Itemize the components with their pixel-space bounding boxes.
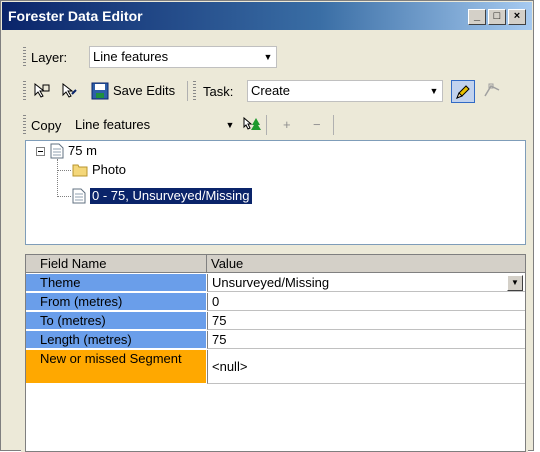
chevron-down-icon: ▼	[263, 52, 273, 62]
grid-row-new-or-missed: New or missed Segment <null>	[26, 350, 525, 384]
close-button[interactable]: ×	[508, 9, 526, 25]
reshape-icon[interactable]	[483, 82, 501, 100]
tree-connector	[57, 159, 58, 197]
save-icon[interactable]	[91, 82, 109, 100]
segment-tree[interactable]: 75 m Photo 0 - 75, Unsurveyed/Missing	[25, 140, 526, 245]
tree-connector	[57, 196, 71, 197]
tree-connector	[57, 170, 71, 171]
field-name-cell: New or missed Segment	[26, 350, 206, 384]
toolbar-separator	[333, 115, 334, 135]
task-select-value: Create	[251, 83, 291, 98]
copy-layer-select-value: Line features	[75, 117, 151, 132]
layer-select[interactable]: Line features ▼	[89, 46, 277, 68]
theme-value-select[interactable]: Unsurveyed/Missing ▼	[207, 274, 525, 292]
maximize-button[interactable]: □	[488, 9, 506, 25]
collapse-icon[interactable]	[36, 147, 45, 156]
save-edits-button[interactable]: Save Edits	[113, 80, 175, 102]
edit-toolbar: Save Edits Task: Create ▼	[21, 76, 528, 106]
toolbar-grip[interactable]	[23, 81, 26, 101]
sketch-tool-button[interactable]	[451, 80, 475, 103]
toolbar-separator	[187, 81, 188, 101]
copy-label: Copy	[31, 118, 62, 133]
title-bar[interactable]: Forester Data Editor _ □ ×	[2, 2, 532, 30]
field-name-cell: Length (metres)	[26, 331, 206, 349]
field-name-cell: Theme	[26, 274, 206, 292]
tree-item-photo[interactable]: Photo	[92, 162, 126, 178]
layer-label: Layer:	[31, 50, 68, 65]
copy-toolbar: Copy Line features ▼ + −	[21, 110, 528, 140]
length-value-field[interactable]: 75	[207, 331, 525, 349]
task-label: Task:	[203, 84, 234, 99]
column-header-value[interactable]: Value	[207, 255, 525, 273]
pencil-icon	[456, 85, 470, 99]
chevron-down-icon: ▼	[225, 120, 235, 130]
new-or-missed-value-field[interactable]: <null>	[207, 350, 525, 384]
grid-row-length: Length (metres) 75	[26, 331, 525, 349]
grid-row-to: To (metres) 75	[26, 312, 525, 330]
copy-layer-select[interactable]: Line features ▼	[71, 114, 239, 136]
field-value-text: Unsurveyed/Missing	[212, 275, 330, 290]
layer-select-value: Line features	[93, 49, 169, 64]
folder-icon	[72, 164, 88, 177]
chevron-down-icon: ▼	[429, 86, 439, 96]
forester-data-editor-window: Forester Data Editor _ □ × Layer: Line f…	[0, 0, 534, 452]
window-title: Forester Data Editor	[8, 8, 143, 24]
add-button[interactable]: +	[283, 114, 291, 136]
toolbar-grip[interactable]	[23, 115, 26, 135]
task-select[interactable]: Create ▼	[247, 80, 443, 102]
document-icon	[50, 143, 64, 159]
column-header-field-name[interactable]: Field Name	[26, 255, 207, 273]
grid-header: Field Name Value	[26, 255, 525, 273]
field-name-cell: From (metres)	[26, 293, 206, 311]
minimize-button[interactable]: _	[468, 9, 486, 25]
grid-row-theme: Theme Unsurveyed/Missing ▼	[26, 274, 525, 292]
layer-toolbar: Layer: Line features ▼	[21, 42, 528, 72]
from-value-field[interactable]: 0	[207, 293, 525, 311]
remove-button[interactable]: −	[313, 114, 321, 136]
copy-tree-icon[interactable]	[243, 116, 261, 134]
toolbar-grip[interactable]	[23, 47, 26, 67]
document-icon	[72, 188, 86, 204]
field-name-cell: To (metres)	[26, 312, 206, 330]
grid-row-from: From (metres) 0	[26, 293, 525, 311]
edit-vertices-icon[interactable]	[61, 82, 79, 100]
select-feature-icon[interactable]	[33, 82, 51, 100]
editor-pane: Layer: Line features ▼ Save Edits Task: …	[21, 39, 528, 452]
chevron-down-icon[interactable]: ▼	[507, 275, 523, 291]
toolbar-grip[interactable]	[193, 81, 196, 101]
toolbar-separator	[266, 115, 267, 135]
to-value-field[interactable]: 75	[207, 312, 525, 330]
attribute-grid: Field Name Value Theme Unsurveyed/Missin…	[25, 254, 526, 452]
tree-root-label[interactable]: 75 m	[68, 143, 97, 159]
tree-item-segment[interactable]: 0 - 75, Unsurveyed/Missing	[89, 187, 253, 205]
